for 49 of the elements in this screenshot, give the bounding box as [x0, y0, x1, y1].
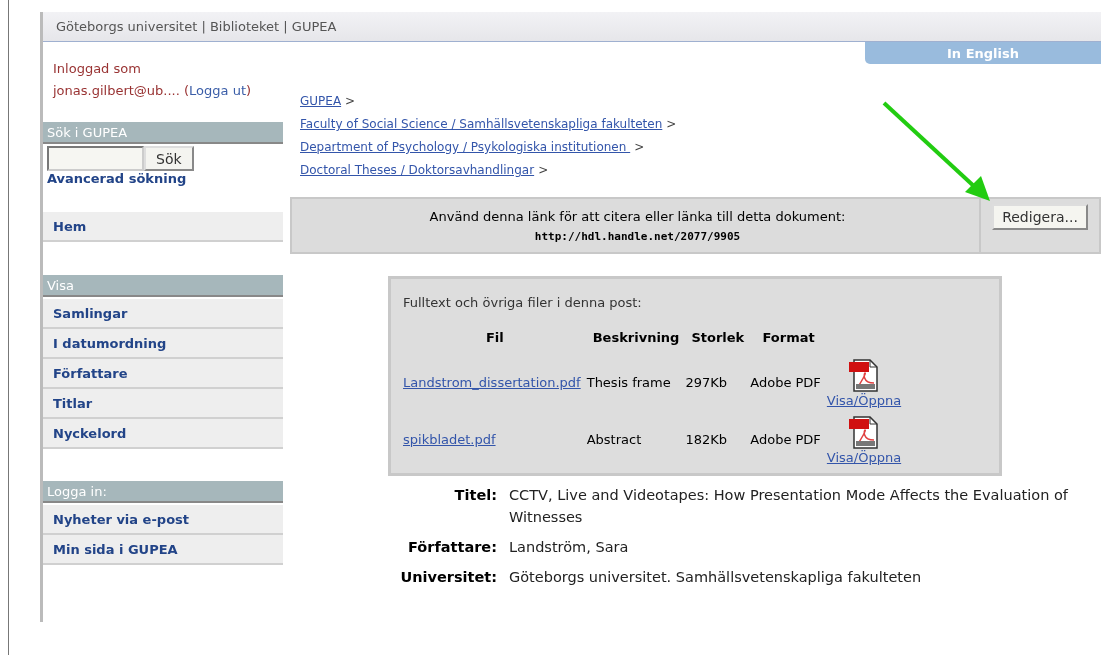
column-header: Beskrivning: [591, 329, 681, 347]
logout-link[interactable]: Logga ut: [189, 83, 246, 98]
open-file-link[interactable]: Visa/Öppna: [826, 450, 902, 465]
open-file-link[interactable]: Visa/Öppna: [826, 393, 902, 408]
browse-nav-item[interactable]: I datumordning: [43, 329, 283, 359]
metadata-label: Universitet:: [399, 568, 497, 587]
metadata-value: CCTV, Live and Videotapes: How Presentation Mode Affects the Evaluation of Witnesses: [509, 486, 1069, 527]
browse-nav-item[interactable]: Samlingar: [43, 299, 283, 329]
citation-text: Använd denna länk för att citera eller länka till detta dokument: http://hdl.handle.net/2077/9905: [428, 208, 847, 245]
search-button[interactable]: Sök: [144, 146, 194, 171]
breadcrumb-link[interactable]: Department of Psychology / Psykologiska institutionen: [300, 136, 631, 159]
file-description: Abstract: [586, 432, 642, 447]
breadcrumb-link[interactable]: GUPEA: [300, 90, 342, 113]
search-field[interactable]: [47, 146, 144, 171]
breadcrumb-link[interactable]: Faculty of Social Science / Samhällsvetenskapliga fakulteten: [300, 113, 663, 136]
header-breadcrumb: Göteborgs universitet | Biblioteket | GUPEA: [56, 19, 337, 34]
breadcrumb-separator: >: [634, 139, 645, 156]
login-label: Inloggad som: [53, 60, 142, 78]
metadata-value: Landström, Sara: [509, 538, 630, 557]
account-nav-item[interactable]: Min sida i GUPEA: [43, 535, 283, 565]
search-heading: Sök i GUPEA: [43, 122, 283, 144]
browse-nav-item[interactable]: Författare: [43, 359, 283, 389]
account-nav-item[interactable]: Nyheter via e-post: [43, 505, 283, 535]
edit-button[interactable]: Redigera...: [992, 204, 1088, 230]
breadcrumb-separator: >: [538, 162, 549, 179]
file-format: Adobe PDF: [750, 432, 821, 447]
column-header: Storlek: [690, 329, 746, 347]
browse-nav-item[interactable]: Titlar: [43, 389, 283, 419]
file-size: 297Kb: [685, 375, 727, 390]
breadcrumb-separator: >: [666, 116, 677, 133]
files-heading: Fulltext och övriga filer i denna post:: [403, 295, 643, 310]
file-size: 182Kb: [685, 432, 727, 447]
column-header: Format: [761, 329, 816, 347]
file-description: Thesis frame: [586, 375, 671, 390]
home-nav-item[interactable]: Hem: [43, 212, 283, 242]
breadcrumb-link[interactable]: Doctoral Theses / Doktorsavhandlingar: [300, 159, 535, 182]
column-header: Fil: [484, 329, 505, 347]
browse-heading: Visa: [43, 275, 283, 297]
file-format: Adobe PDF: [750, 375, 821, 390]
advanced-search-link[interactable]: Avancerad sökning: [47, 171, 283, 186]
metadata-label: Titel:: [453, 486, 497, 505]
metadata-value: Göteborgs universitet. Samhällsvetenskapliga fakulteten: [509, 568, 923, 587]
metadata-label: Författare:: [407, 538, 497, 557]
breadcrumb-separator: >: [345, 93, 356, 110]
file-link[interactable]: spikbladet.pdf: [403, 432, 496, 447]
login-heading: Logga in:: [43, 481, 283, 503]
file-link[interactable]: Landstrom_dissertation.pdf: [403, 375, 581, 390]
logged-in-user: jonas.gilbert@ub.... (Logga ut): [53, 82, 253, 100]
browse-nav-item[interactable]: Nyckelord: [43, 419, 283, 449]
